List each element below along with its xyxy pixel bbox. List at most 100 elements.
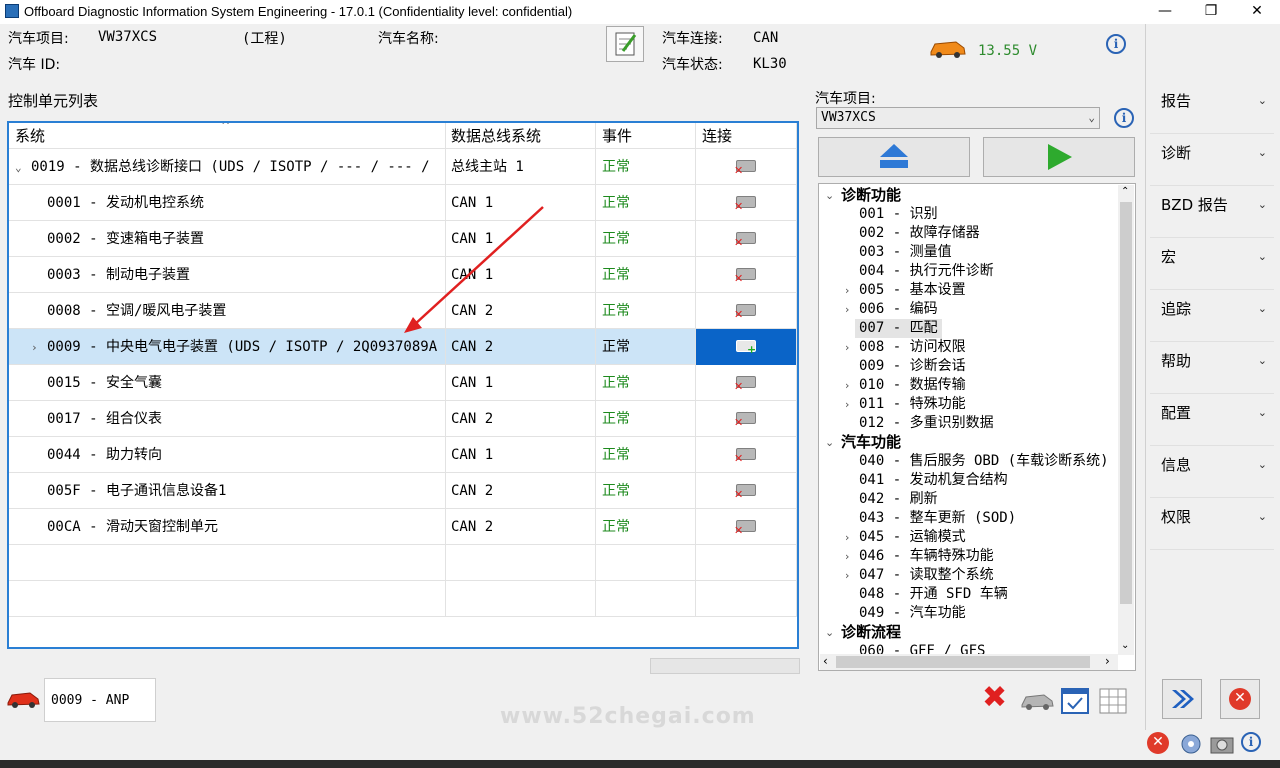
- eject-button[interactable]: [818, 137, 970, 177]
- cell-system[interactable]: 00CA - 滑动天窗控制单元: [9, 509, 446, 545]
- status-info-icon[interactable]: i: [1241, 732, 1261, 752]
- car-gray-icon[interactable]: [1020, 690, 1054, 712]
- cell-system[interactable]: 0017 - 组合仪表: [9, 401, 446, 437]
- cell-event[interactable]: 正常: [596, 257, 696, 293]
- cell-bus[interactable]: CAN 1: [446, 437, 596, 473]
- cell-system[interactable]: ⌄ 0019 - 数据总线诊断接口 (UDS / ISOTP / --- / --…: [9, 149, 446, 185]
- cell-system[interactable]: 0001 - 发动机电控系统: [9, 185, 446, 221]
- cell-connection[interactable]: [696, 545, 797, 581]
- scroll-down-icon[interactable]: ⌄: [1121, 640, 1129, 651]
- table-row[interactable]: 0001 - 发动机电控系统 CAN 1 正常 ✕: [9, 185, 797, 221]
- tree-item[interactable]: 009 - 诊断会话: [859, 357, 966, 376]
- cell-connection[interactable]: ✕: [696, 473, 797, 509]
- cell-bus[interactable]: 总线主站 1: [446, 149, 596, 185]
- col-header-event[interactable]: 事件: [596, 123, 696, 149]
- disconnect-icon[interactable]: ✖: [982, 682, 1007, 714]
- cell-event[interactable]: 正常: [596, 401, 696, 437]
- status-stop-icon[interactable]: ✕: [1147, 732, 1169, 754]
- cell-bus[interactable]: CAN 2: [446, 329, 596, 365]
- cell-system[interactable]: 0015 - 安全气囊: [9, 365, 446, 401]
- table-row[interactable]: ⌄ 0019 - 数据总线诊断接口 (UDS / ISOTP / --- / --…: [9, 149, 797, 185]
- expand-icon[interactable]: ›: [845, 395, 857, 414]
- tree-item[interactable]: 008 - 访问权限: [859, 338, 966, 357]
- cell-system[interactable]: [9, 545, 446, 581]
- table-grid-icon[interactable]: [1098, 686, 1130, 716]
- table-row[interactable]: 0017 - 组合仪表 CAN 2 正常 ✕: [9, 401, 797, 437]
- cell-event[interactable]: 正常: [596, 149, 696, 185]
- cell-event[interactable]: 正常: [596, 509, 696, 545]
- expand-icon[interactable]: ›: [845, 528, 857, 547]
- tree-item[interactable]: 047 - 读取整个系统: [859, 566, 994, 585]
- cell-event[interactable]: [596, 545, 696, 581]
- sidebar-item[interactable]: 配置 ⌄: [1147, 401, 1275, 445]
- cell-connection[interactable]: [696, 581, 797, 617]
- cell-connection[interactable]: ✕: [696, 149, 797, 185]
- cell-bus[interactable]: CAN 1: [446, 221, 596, 257]
- table-row[interactable]: 0002 - 变速箱电子装置 CAN 1 正常 ✕: [9, 221, 797, 257]
- scroll-right-icon[interactable]: ›: [1105, 654, 1110, 668]
- cell-system[interactable]: [9, 581, 446, 617]
- tree-item[interactable]: 041 - 发动机复合结构: [859, 471, 1008, 490]
- window-check-icon[interactable]: [1060, 686, 1092, 716]
- tree-item[interactable]: 003 - 测量值: [859, 243, 952, 262]
- tree-item[interactable]: 040 - 售后服务 OBD (车载诊断系统): [859, 452, 1109, 471]
- expand-icon[interactable]: ›: [845, 566, 857, 585]
- cell-system[interactable]: 0002 - 变速箱电子装置: [9, 221, 446, 257]
- scroll-up-icon[interactable]: ⌃: [1121, 186, 1129, 197]
- tree-item[interactable]: 005 - 基本设置: [859, 281, 966, 300]
- sidebar-item[interactable]: BZD 报告 ⌄: [1147, 193, 1275, 237]
- cell-connection[interactable]: ✕: [696, 365, 797, 401]
- cell-event[interactable]: 正常: [596, 221, 696, 257]
- grid-horizontal-scrollbar[interactable]: [650, 658, 800, 674]
- info-icon[interactable]: i: [1106, 34, 1126, 54]
- tree-item[interactable]: 045 - 运输模式: [859, 528, 966, 547]
- cell-event[interactable]: 正常: [596, 293, 696, 329]
- expand-icon[interactable]: ›: [31, 330, 47, 365]
- cell-connection[interactable]: ✕: [696, 293, 797, 329]
- cell-connection[interactable]: ✕: [696, 257, 797, 293]
- expand-icon[interactable]: ›: [845, 300, 857, 319]
- cell-system[interactable]: 0008 - 空调/暖风电子装置: [9, 293, 446, 329]
- cell-connection[interactable]: ✕: [696, 437, 797, 473]
- cell-system[interactable]: 005F - 电子通讯信息设备1: [9, 473, 446, 509]
- tree-item[interactable]: 001 - 识别: [859, 205, 938, 224]
- cell-event[interactable]: 正常: [596, 437, 696, 473]
- tree-group[interactable]: 诊断功能: [841, 186, 901, 205]
- tree-item[interactable]: 042 - 刷新: [859, 490, 938, 509]
- table-row[interactable]: 00CA - 滑动天窗控制单元 CAN 2 正常 ✕: [9, 509, 797, 545]
- cancel-button[interactable]: ✕: [1220, 679, 1260, 719]
- camera-icon[interactable]: [1209, 732, 1235, 756]
- cell-bus[interactable]: CAN 1: [446, 257, 596, 293]
- close-window-button[interactable]: ✕: [1234, 0, 1280, 24]
- cell-connection[interactable]: ✕: [696, 221, 797, 257]
- sidebar-item[interactable]: 诊断 ⌄: [1147, 141, 1275, 185]
- maximize-button[interactable]: ❐: [1188, 0, 1234, 24]
- cell-bus[interactable]: CAN 1: [446, 185, 596, 221]
- cell-event[interactable]: [596, 581, 696, 617]
- tree-item[interactable]: 048 - 开通 SFD 车辆: [859, 585, 1008, 604]
- edit-note-button[interactable]: [606, 26, 644, 62]
- project-select[interactable]: VW37XCS ⌄: [816, 107, 1100, 129]
- sidebar-item[interactable]: 宏 ⌄: [1147, 245, 1275, 289]
- tree-item[interactable]: 012 - 多重识别数据: [859, 414, 994, 433]
- run-button[interactable]: [983, 137, 1135, 177]
- expand-icon[interactable]: ›: [845, 281, 857, 300]
- info-icon[interactable]: i: [1114, 108, 1134, 128]
- tree-item[interactable]: 010 - 数据传输: [859, 376, 966, 395]
- sidebar-item[interactable]: 报告 ⌄: [1147, 89, 1275, 133]
- cell-system[interactable]: 0044 - 助力转向: [9, 437, 446, 473]
- cell-event[interactable]: 正常: [596, 473, 696, 509]
- table-row[interactable]: › 0009 - 中央电气电子装置 (UDS / ISOTP / 2Q093708…: [9, 329, 797, 365]
- table-row[interactable]: [9, 581, 797, 617]
- collapse-icon[interactable]: ⌄: [15, 150, 31, 185]
- sidebar-item[interactable]: 信息 ⌄: [1147, 453, 1275, 497]
- minimize-button[interactable]: —: [1142, 0, 1188, 24]
- ecu-tab-0009[interactable]: 0009 - ANP: [44, 678, 156, 722]
- table-row[interactable]: 0008 - 空调/暖风电子装置 CAN 2 正常 ✕: [9, 293, 797, 329]
- tree-hscroll-thumb[interactable]: [836, 656, 1090, 668]
- col-header-connection[interactable]: 连接: [696, 123, 797, 149]
- cell-connection[interactable]: ✕: [696, 185, 797, 221]
- cell-event[interactable]: 正常: [596, 365, 696, 401]
- scroll-left-icon[interactable]: ‹: [823, 654, 828, 668]
- sidebar-item[interactable]: 权限 ⌄: [1147, 505, 1275, 549]
